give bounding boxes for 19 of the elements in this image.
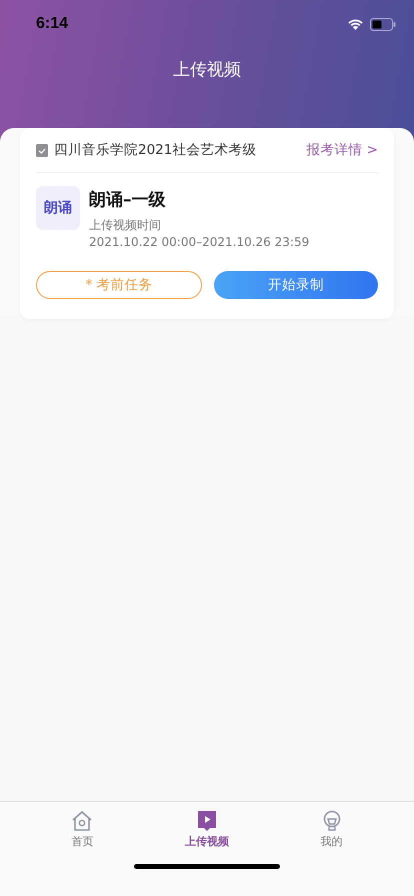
document-icon (36, 144, 48, 156)
upload-time-label: 上传视频时间 (89, 217, 162, 234)
thumbnail-text: 朗诵 (44, 199, 72, 217)
status-time: 6:14 (36, 15, 68, 33)
video-bookmark-icon (196, 810, 218, 832)
course-title: 朗诵–一级 (89, 189, 166, 211)
home-icon (71, 810, 94, 832)
page-title: 上传视频 (172, 59, 242, 81)
lightbulb-icon (322, 810, 342, 832)
details-link[interactable]: 报考详情 > (306, 141, 378, 159)
wifi-icon (347, 18, 364, 30)
tasks-button[interactable]: * 考前任务 (36, 271, 202, 299)
upload-time-range: 2021.10.22 00:00–2021.10.26 23:59 (89, 234, 310, 251)
battery-icon (370, 18, 396, 30)
exam-name: 四川音乐学院2021社会艺术考级 (54, 141, 258, 159)
tab-item[interactable]: 我的 (292, 810, 372, 854)
record-button[interactable]: 开始录制 (214, 271, 378, 299)
tab-item[interactable]: 上传视频 (166, 810, 247, 854)
tab-item[interactable]: 首页 (42, 810, 122, 854)
